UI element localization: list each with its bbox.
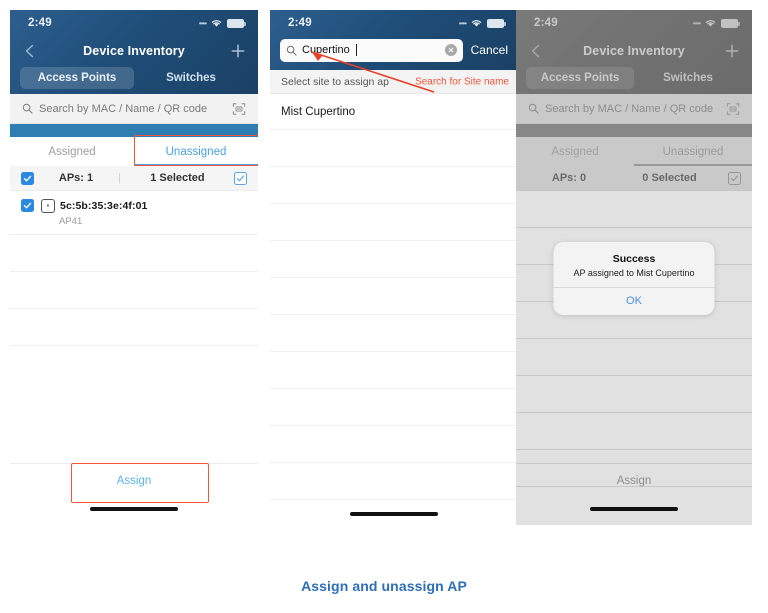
status-bar: 2:49 •••• — [10, 10, 258, 36]
assign-button-disabled: Assign — [516, 463, 752, 498]
home-indicator — [90, 507, 178, 511]
annotation-label-search-site: Search for Site name — [415, 76, 509, 87]
search-icon — [286, 45, 297, 56]
text-caret — [355, 44, 357, 56]
assign-button[interactable]: Assign — [10, 463, 258, 498]
list-item — [270, 130, 518, 167]
wifi-icon — [211, 20, 222, 27]
search-icon — [22, 103, 33, 114]
device-mac: 5c:5b:35:3e:4f:01 — [60, 200, 148, 212]
dialog-title: Success — [612, 253, 656, 265]
dialog-ok-button[interactable]: OK — [553, 287, 715, 315]
search-input[interactable]: Search by MAC / Name / QR code — [39, 103, 226, 115]
wifi-icon — [471, 20, 482, 27]
chevron-left-icon[interactable] — [22, 43, 38, 59]
cancel-button[interactable]: Cancel — [471, 43, 508, 57]
tab-unassigned[interactable]: Unassigned — [134, 137, 258, 166]
phone-screen-device-inventory: 2:49 •••• Device Inventory Access Points… — [10, 10, 258, 525]
list-item — [270, 278, 518, 315]
screenshot-stage: 2:49 •••• Device Inventory Access Points… — [0, 0, 768, 613]
search-field-row: Cupertino Cancel — [270, 36, 518, 70]
navigation-bar-search: 2:49 •••• Cupertino Cancel — [270, 10, 518, 70]
status-icons: •••• — [198, 18, 246, 28]
page-title: Device Inventory — [83, 44, 185, 58]
row-checkbox[interactable] — [21, 199, 34, 212]
select-all-checkbox[interactable] — [21, 171, 34, 185]
tab-assigned[interactable]: Assigned — [10, 137, 134, 166]
device-info: • 5c:5b:35:3e:4f:01 AP41 — [41, 199, 148, 227]
clear-circle-icon[interactable] — [444, 44, 457, 56]
dialog-message: AP assigned to Mist Cupertino — [573, 268, 695, 278]
checkbox-outline-checked-icon[interactable] — [234, 171, 247, 185]
list-item — [270, 426, 518, 463]
battery-icon — [487, 18, 506, 28]
phone-screen-site-search: 2:49 •••• Cupertino Cancel Select site t… — [270, 10, 518, 525]
list-item-site[interactable]: Mist Cupertino — [270, 94, 518, 130]
list-item — [270, 352, 518, 389]
battery-icon — [227, 18, 246, 28]
select-site-hint: Select site to assign ap Search for Site… — [270, 70, 518, 94]
list-item — [270, 204, 518, 241]
accent-divider — [10, 124, 258, 137]
status-bar: 2:49 •••• — [270, 10, 518, 36]
list-item — [10, 272, 258, 309]
bottom-bar: Assign — [516, 463, 752, 525]
site-search-input[interactable]: Cupertino — [280, 38, 463, 62]
selected-count-label: 1 Selected — [150, 172, 205, 184]
ap-count-label: APs: 1 — [58, 172, 94, 184]
bottom-bar: Assign — [10, 463, 258, 525]
segmented-control: Access Points Switches — [10, 66, 258, 94]
assignment-tabs: Assigned Unassigned — [10, 135, 258, 166]
status-clock: 2:49 — [288, 17, 312, 29]
status-clock: 2:49 — [28, 17, 52, 29]
plus-icon[interactable] — [230, 43, 246, 59]
list-item — [270, 315, 518, 352]
list-item — [270, 389, 518, 426]
dialog-body: Success AP assigned to Mist Cupertino — [554, 242, 715, 287]
list-item — [270, 167, 518, 204]
select-site-hint-label: Select site to assign ap — [281, 75, 389, 88]
access-point-icon: • — [41, 199, 55, 213]
device-model: AP41 — [59, 216, 83, 227]
success-dialog: Success AP assigned to Mist Cupertino OK — [553, 242, 715, 315]
figure-caption: Assign and unassign AP — [301, 578, 467, 594]
status-icons: •••• — [458, 18, 506, 28]
bottom-bar — [270, 463, 518, 525]
qr-scan-icon[interactable] — [232, 102, 246, 116]
table-row[interactable]: • 5c:5b:35:3e:4f:01 AP41 — [10, 191, 258, 235]
segment-access-points[interactable]: Access Points — [20, 67, 134, 89]
list-item — [10, 309, 258, 346]
search-bar[interactable]: Search by MAC / Name / QR code — [10, 94, 258, 124]
signal-dots-icon: •••• — [458, 18, 467, 28]
segment-switches[interactable]: Switches — [134, 67, 248, 89]
phone-screen-assign-success: 2:49 •••• Device Inventory Access Points… — [516, 10, 752, 525]
home-indicator — [590, 507, 678, 511]
site-search-value: Cupertino — [302, 44, 350, 56]
list-item — [10, 235, 258, 272]
selection-count-bar: APs: 1 | 1 Selected — [10, 166, 258, 191]
list-item — [270, 241, 518, 278]
home-indicator — [350, 512, 438, 516]
navigation-bar: 2:49 •••• Device Inventory Access Points… — [10, 10, 258, 94]
signal-dots-icon: •••• — [198, 18, 207, 28]
nav-title-row: Device Inventory — [10, 36, 258, 66]
